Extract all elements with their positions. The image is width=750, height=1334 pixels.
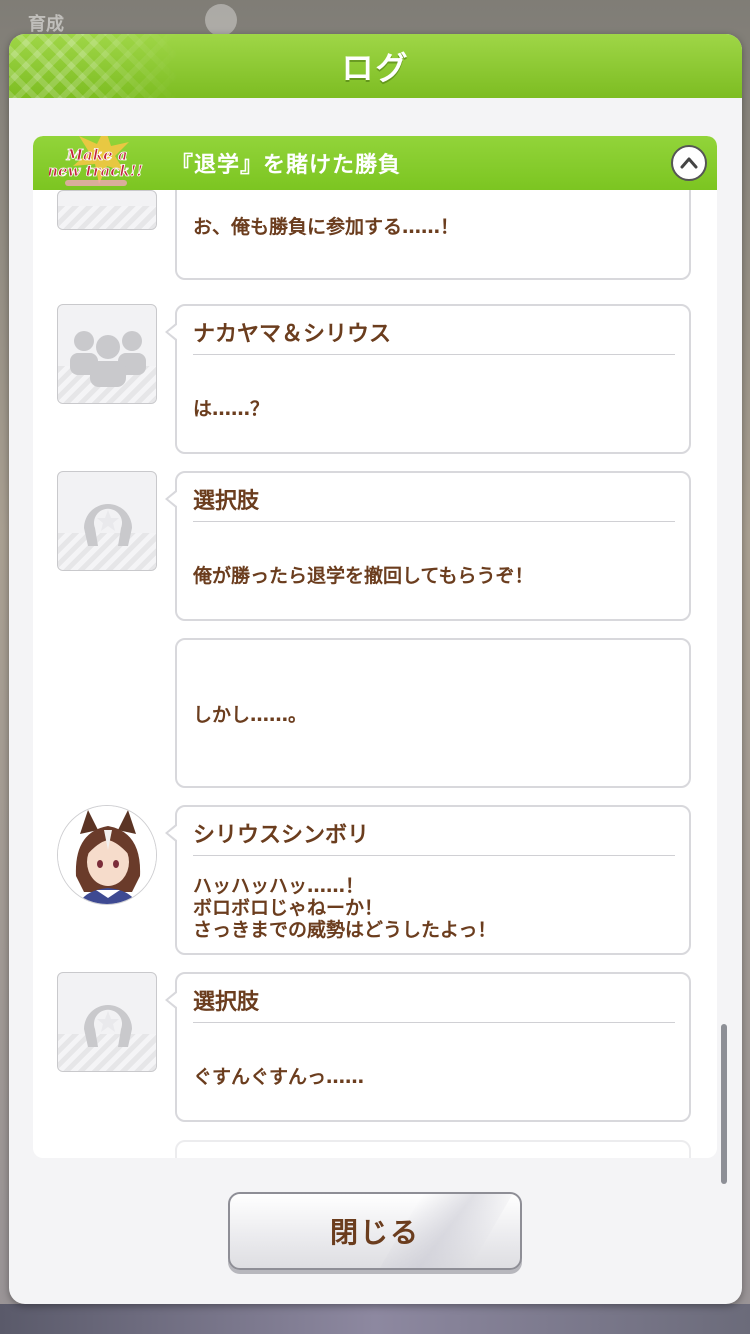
log-entry: シリウスシンボリ ハッハッハッ……！ ボロボロじゃねーか！ さっきまでの威勢はど… — [33, 805, 717, 955]
dialogue-bubble: 選択肢 ぐすんぐすんっ…… — [165, 972, 691, 1122]
dialogue-bubble: ナカヤマ＆シリウス は……？ — [165, 304, 691, 454]
background-label: 育成 — [28, 14, 64, 35]
horseshoe-icon — [57, 972, 157, 1072]
dialogue-text: 俺が勝ったら退学を撤回してもらうぞ！ — [193, 565, 534, 587]
dialogue-bubble — [175, 1140, 691, 1158]
group-icon — [57, 304, 157, 404]
dialogue-text: ハッハッハッ……！ ボロボロじゃねーか！ さっきまでの威勢はどうしたよっ！ — [193, 875, 497, 941]
dialogue-bubble: お、俺も勝負に参加する……！ — [175, 190, 691, 280]
chapter-bar[interactable]: Make a new track!! 『退学』を賭けた勝負 — [33, 136, 717, 190]
dialogue-text: は……？ — [193, 398, 270, 420]
speaker-divider — [193, 354, 675, 355]
dialogue-bubble: シリウスシンボリ ハッハッハッ……！ ボロボロじゃねーか！ さっきまでの威勢はど… — [165, 805, 691, 955]
background-bottom — [0, 1304, 750, 1334]
log-entry: お、俺も勝負に参加する……！ — [33, 190, 717, 280]
log-entry: 選択肢 ぐすんぐすんっ…… — [33, 972, 717, 1122]
dialogue-bubble: 選択肢 俺が勝ったら退学を撤回してもらうぞ！ — [165, 471, 691, 621]
dialogue-text: お、俺も勝負に参加する……！ — [193, 216, 460, 238]
log-entry: ナカヤマ＆シリウス は……？ — [33, 304, 717, 454]
horseshoe-icon — [57, 471, 157, 571]
log-entries[interactable]: お、俺も勝負に参加する……！ ナカヤマ＆シリウス は……？ 選択肢 俺が勝ったら… — [33, 190, 717, 1158]
chapter-logo: Make a new track!! — [47, 136, 145, 196]
log-panel[interactable]: お、俺も勝負に参加する……！ ナカヤマ＆シリウス は……？ 選択肢 俺が勝ったら… — [33, 136, 717, 1158]
speaker-name: ナカヤマ＆シリウス — [193, 322, 392, 347]
speaker-name: 選択肢 — [193, 489, 260, 514]
log-entry — [33, 1140, 717, 1158]
speaker-divider — [193, 1022, 675, 1023]
close-button-label: 閉じる — [329, 1216, 420, 1249]
dialogue-text: ぐすんぐすんっ…… — [193, 1066, 365, 1088]
scrollbar-thumb[interactable] — [721, 1024, 727, 1184]
log-entry: 選択肢 俺が勝ったら退学を撤回してもらうぞ！ — [33, 471, 717, 621]
dialogue-text: しかし……。 — [193, 704, 308, 726]
speaker-name: 選択肢 — [193, 990, 260, 1015]
modal-header: ログ — [9, 34, 742, 98]
narration-bubble: しかし……。 — [175, 638, 691, 788]
character-portrait — [57, 805, 157, 905]
header-pattern — [9, 34, 179, 98]
speaker-name: シリウスシンボリ — [193, 823, 370, 848]
close-button[interactable]: 閉じる — [228, 1192, 522, 1270]
log-entry: しかし……。 — [33, 638, 717, 788]
background-avatar — [205, 4, 237, 36]
chevron-up-icon — [680, 157, 698, 169]
speaker-divider — [193, 521, 675, 522]
log-modal: ログ お、俺も勝負に参加する……！ ナカヤマ＆シリウス は……？ 選択肢 俺が勝… — [9, 34, 742, 1304]
chapter-title: 『退学』を賭けた勝負 — [171, 153, 402, 178]
speaker-divider — [193, 855, 675, 856]
collapse-button[interactable] — [671, 145, 707, 181]
modal-title: ログ — [341, 49, 410, 87]
svg-text:new track!!: new track!! — [49, 162, 143, 180]
